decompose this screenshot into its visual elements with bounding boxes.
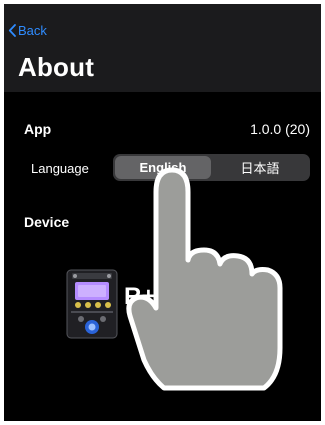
language-option-english[interactable]: English xyxy=(115,156,211,179)
device-item[interactable]: R+ xyxy=(4,259,321,349)
chevron-left-icon xyxy=(8,23,16,37)
language-segmented-control[interactable]: English 日本語 xyxy=(113,154,310,181)
device-section-label: Device xyxy=(24,214,70,230)
about-screen: Back About App 1.0.0 (20) Language Engli… xyxy=(4,4,321,421)
back-button[interactable]: Back xyxy=(8,21,47,39)
device-name: R+ xyxy=(124,283,156,310)
page-title: About xyxy=(18,52,95,82)
app-version: 1.0.0 (20) xyxy=(250,121,310,137)
app-section-label: App xyxy=(24,121,52,137)
navigation-bar: Back About xyxy=(4,4,321,92)
language-label: Language xyxy=(31,161,89,176)
effects-pedal-icon xyxy=(66,269,118,339)
language-option-japanese[interactable]: 日本語 xyxy=(212,156,308,179)
back-button-label: Back xyxy=(18,22,47,38)
